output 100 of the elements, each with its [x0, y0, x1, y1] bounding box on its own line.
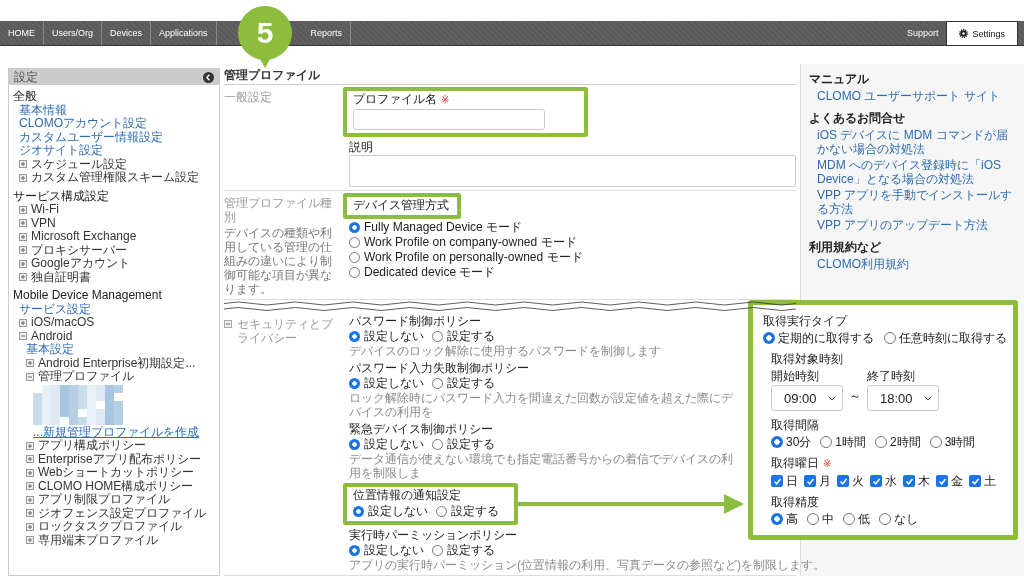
expand-icon[interactable]: [19, 219, 27, 228]
tree-item[interactable]: ジオフェンス設定プロファイル: [38, 506, 206, 520]
tree-link[interactable]: ジオサイト設定: [19, 144, 103, 158]
group-heading: 全般: [13, 89, 37, 103]
checkbox[interactable]: 月: [804, 474, 831, 488]
radio-button[interactable]: Fully Managed Device モード: [349, 220, 583, 234]
tree-item[interactable]: アプリ制限プロファイル: [38, 493, 170, 507]
time-select[interactable]: 09:00: [771, 385, 843, 411]
radio-button[interactable]: 30分: [771, 435, 812, 449]
collapse-icon[interactable]: [26, 372, 34, 381]
radio-button[interactable]: 定期的に取得する: [763, 331, 874, 345]
help-link[interactable]: CLOMO ユーザーサポート サイト: [817, 89, 1000, 103]
nav-tab[interactable]: HOME: [0, 21, 44, 45]
tree-item[interactable]: Googleアカウント: [31, 257, 130, 271]
tree-item[interactable]: CLOMO HOME構成ポリシー: [38, 479, 194, 493]
radio-button[interactable]: 低: [843, 512, 870, 526]
nav-tab[interactable]: Reports: [302, 21, 352, 45]
tree-item[interactable]: プロキシサーバー: [31, 243, 127, 257]
expand-icon[interactable]: [26, 495, 34, 504]
tree-item[interactable]: Enterpriseアプリ配布ポリシー: [38, 452, 201, 466]
radio-button[interactable]: 任意時刻に取得する: [884, 331, 1007, 345]
expand-icon[interactable]: [19, 318, 27, 327]
tree-item[interactable]: カスタム管理権限スキーム設定: [31, 171, 199, 185]
radio-button[interactable]: 設定する: [432, 376, 495, 390]
collapse-icon[interactable]: [224, 320, 232, 328]
expand-icon[interactable]: [19, 273, 27, 282]
tree-item[interactable]: Android: [31, 329, 73, 343]
collapse-icon[interactable]: [19, 332, 27, 341]
expand-icon[interactable]: [26, 482, 34, 491]
input-field[interactable]: [353, 109, 545, 130]
radio-button[interactable]: 1時間: [820, 435, 867, 449]
expand-icon[interactable]: [26, 509, 34, 518]
expand-icon[interactable]: [19, 232, 27, 241]
time-select[interactable]: 18:00: [867, 385, 939, 411]
radio-button[interactable]: 設定しない: [349, 543, 424, 557]
radio-button[interactable]: 2時間: [875, 435, 921, 449]
expand-icon[interactable]: [19, 259, 27, 268]
checkbox[interactable]: 日: [771, 474, 798, 488]
tree-item[interactable]: スケジュール設定: [31, 157, 127, 171]
tree-item[interactable]: Wi-Fi: [31, 203, 59, 217]
tree-item[interactable]: Webショートカットポリシー: [38, 466, 195, 480]
expand-icon[interactable]: [26, 522, 34, 531]
expand-icon[interactable]: [26, 536, 34, 545]
nav-tab[interactable]: Devices: [102, 21, 152, 45]
tree-item[interactable]: Android Enterprise初期設定...: [38, 356, 196, 370]
expand-icon[interactable]: [26, 441, 34, 450]
radio-button[interactable]: 3時間: [929, 435, 976, 449]
back-icon[interactable]: [203, 71, 214, 83]
radio-button[interactable]: Work Profile on personally-owned モード: [349, 250, 583, 264]
checkbox[interactable]: 金: [936, 474, 963, 488]
expand-icon[interactable]: [26, 359, 34, 368]
help-link[interactable]: MDM へのデバイス登録時に「iOS Device」となる場合の対処法: [817, 158, 1016, 186]
tree-item[interactable]: iOS/macOS: [31, 316, 95, 330]
radio-button[interactable]: Dedicated device モード: [349, 265, 583, 279]
radio-button[interactable]: 設定しない: [349, 437, 424, 451]
tree-link[interactable]: カスタムユーザー情報設定: [19, 130, 163, 144]
radio-button[interactable]: 設定しない: [349, 329, 424, 343]
tree-item[interactable]: 独自証明書: [31, 270, 91, 284]
checkbox[interactable]: 木: [903, 474, 930, 488]
help-link[interactable]: VPP アプリのアップデート方法: [817, 218, 989, 232]
radio-button[interactable]: 高: [771, 512, 798, 526]
expand-icon[interactable]: [19, 205, 27, 214]
expand-icon[interactable]: [19, 160, 27, 169]
tree-link[interactable]: ...新規管理プロファイルを作成: [33, 425, 199, 439]
checkbox[interactable]: 火: [837, 474, 864, 488]
check-icon: [772, 476, 782, 486]
tree-link[interactable]: 基本情報: [19, 103, 67, 117]
checkbox[interactable]: 土: [969, 474, 996, 488]
radio-button[interactable]: 設定しない: [349, 376, 424, 390]
tree-item[interactable]: Microsoft Exchange: [31, 230, 137, 244]
nav-tab[interactable]: Settings: [946, 21, 1018, 45]
group-label: 取得実行タイプ: [763, 314, 847, 328]
nav-tab[interactable]: Applications: [151, 21, 217, 45]
tree-item[interactable]: ロックタスクプロファイル: [38, 520, 182, 534]
radio-button[interactable]: Work Profile on company-owned モード: [349, 235, 583, 249]
expand-icon[interactable]: [19, 173, 27, 182]
tree-link[interactable]: サービス設定: [19, 302, 91, 316]
radio-button[interactable]: なし: [879, 512, 918, 526]
help-link[interactable]: CLOMO利用規約: [817, 257, 909, 271]
radio-button[interactable]: 設定する: [432, 329, 495, 343]
nav-tab[interactable]: Support: [898, 21, 947, 45]
expand-icon[interactable]: [26, 468, 34, 477]
tree-item[interactable]: アプリ構成ポリシー: [38, 439, 146, 453]
tree-item[interactable]: VPN: [31, 216, 56, 230]
checkbox[interactable]: 水: [870, 474, 897, 488]
radio-button[interactable]: 設定しない: [353, 504, 428, 518]
expand-icon[interactable]: [19, 246, 27, 255]
help-link[interactable]: iOS デバイスに MDM コマンドが届かない場合の対処法: [817, 128, 1016, 156]
nav-tab[interactable]: Users/Org: [44, 21, 102, 45]
radio-button[interactable]: 設定する: [436, 504, 499, 518]
tree-link[interactable]: CLOMOアカウント設定: [19, 117, 147, 131]
tree-item[interactable]: 管理プロファイル: [38, 370, 134, 384]
tree-item[interactable]: 専用端末プロファイル: [38, 533, 158, 547]
expand-icon[interactable]: [26, 455, 34, 464]
check-icon: [805, 476, 815, 486]
help-link[interactable]: VPP アプリを手動でインストールする方法: [817, 188, 1016, 216]
radio-button[interactable]: 設定する: [432, 437, 495, 451]
tree-link[interactable]: 基本設定: [26, 343, 74, 357]
radio-button[interactable]: 中: [807, 512, 834, 526]
radio-button[interactable]: 設定する: [432, 543, 495, 557]
